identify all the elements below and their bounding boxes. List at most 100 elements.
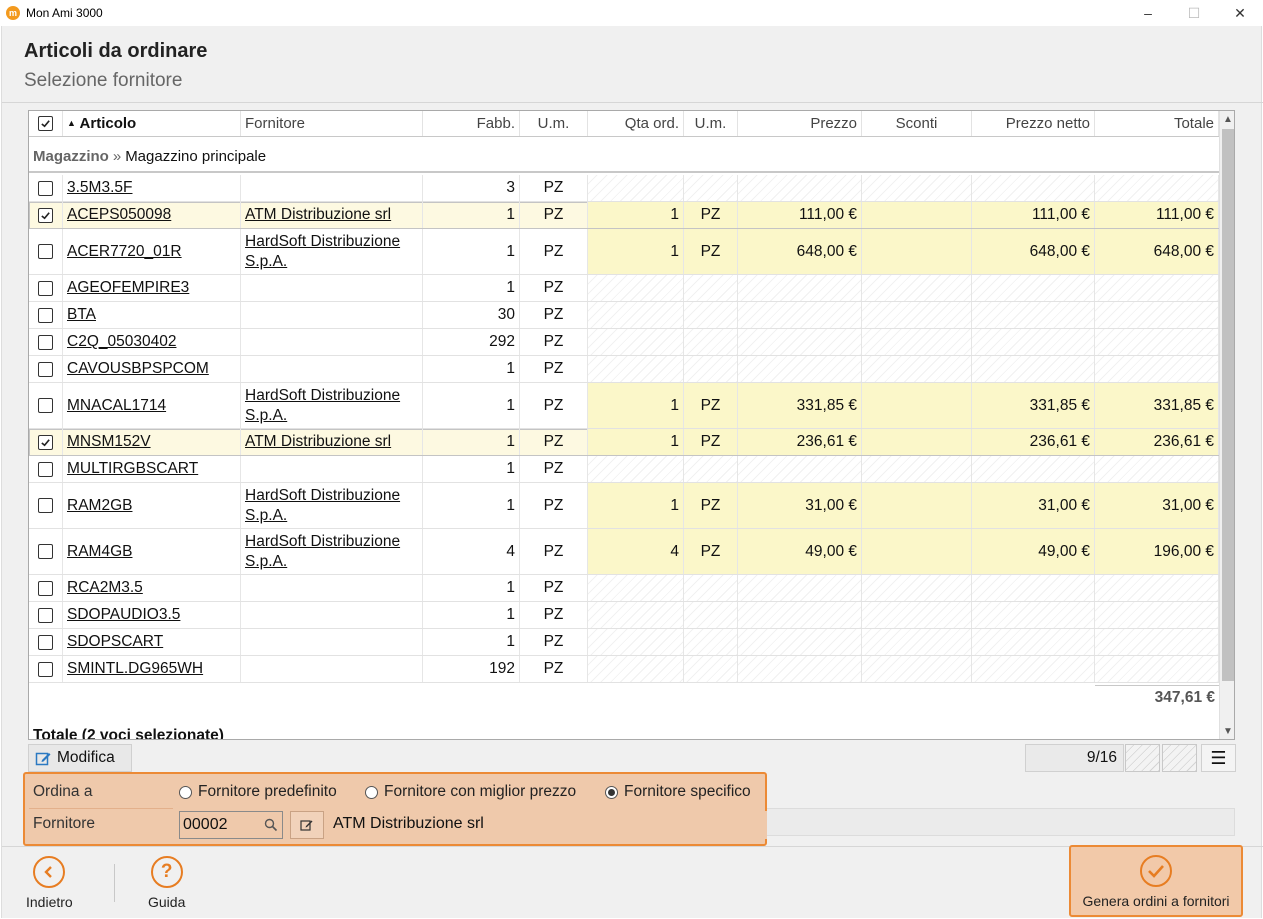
row-checkbox[interactable] (38, 498, 53, 513)
cell-totale (1095, 302, 1219, 328)
genera-ordini-button[interactable]: Genera ordini a fornitori (1069, 845, 1243, 917)
cell-articolo[interactable]: SDOPAUDIO3.5 (63, 602, 241, 628)
column-header-articolo[interactable]: ▲ Articolo (63, 111, 241, 136)
maximize-button[interactable]: ☐ (1171, 0, 1217, 26)
row-checkbox[interactable] (38, 461, 53, 477)
scroll-down-icon[interactable]: ▼ (1220, 723, 1234, 739)
column-header-qta-ord[interactable]: Qta ord. (588, 111, 684, 136)
table-row[interactable]: C2Q_05030402 292 PZ (29, 329, 1219, 356)
cell-fornitore[interactable]: ATM Distribuzione srl (241, 429, 423, 455)
column-header-fabb[interactable]: Fabb. (423, 111, 520, 136)
edit-supplier-button[interactable] (290, 811, 324, 839)
table-row[interactable]: SDOPAUDIO3.5 1 PZ (29, 602, 1219, 629)
cell-articolo[interactable]: SDOPSCART (63, 629, 241, 655)
table-row[interactable]: BTA 30 PZ (29, 302, 1219, 329)
table-row[interactable]: SDOPSCART 1 PZ (29, 629, 1219, 656)
indietro-button[interactable]: Indietro (26, 856, 73, 910)
fornitore-link: HardSoft Distribuzione S.p.A. (245, 486, 401, 524)
cell-fornitore[interactable]: HardSoft Distribuzione S.p.A. (241, 383, 423, 428)
cell-um: PZ (520, 175, 588, 201)
cell-sconti (862, 602, 972, 628)
scroll-up-icon[interactable]: ▲ (1220, 111, 1234, 127)
cell-articolo[interactable]: AGEOFEMPIRE3 (63, 275, 241, 301)
cell-articolo[interactable]: ACER7720_01R (63, 229, 241, 274)
column-header-prezzo[interactable]: Prezzo (738, 111, 862, 136)
row-checkbox[interactable] (38, 661, 53, 677)
table-row[interactable]: MNACAL1714 HardSoft Distribuzione S.p.A. 1… (29, 383, 1219, 429)
items-grid[interactable]: ▲ Articolo Fornitore Fabb. U.m. Qta ord.… (28, 110, 1235, 740)
cell-articolo[interactable]: RCA2M3.5 (63, 575, 241, 601)
cell-fornitore (241, 575, 423, 601)
row-select-cell (29, 629, 63, 655)
cell-articolo[interactable]: RAM4GB (63, 529, 241, 574)
guida-button[interactable]: ? Guida (148, 856, 185, 910)
cell-articolo[interactable]: SMINTL.DG965WH (63, 656, 241, 682)
column-header-totale[interactable]: Totale (1095, 111, 1219, 136)
radio-fornitore-predefinito[interactable]: Fornitore predefinito (179, 783, 337, 801)
row-checkbox[interactable] (38, 398, 53, 413)
table-row[interactable]: MNSM152V ATM Distribuzione srl 1 PZ 1 PZ 236,6… (29, 429, 1219, 456)
radio-button[interactable] (365, 785, 378, 799)
menu-icon[interactable]: ☰ (1201, 744, 1236, 772)
table-row[interactable]: RAM4GB HardSoft Distribuzione S.p.A. 4 PZ 4 P… (29, 529, 1219, 575)
minimize-button[interactable]: – (1125, 0, 1171, 26)
cell-articolo[interactable]: C2Q_05030402 (63, 329, 241, 355)
cell-articolo[interactable]: RAM2GB (63, 483, 241, 528)
row-checkbox[interactable] (38, 334, 53, 350)
table-row[interactable]: RCA2M3.5 1 PZ (29, 575, 1219, 602)
column-header-prezzo-netto[interactable]: Prezzo netto (972, 111, 1095, 136)
radio-fornitore-specifico[interactable]: Fornitore specifico (605, 783, 751, 801)
table-row[interactable]: RAM2GB HardSoft Distribuzione S.p.A. 1 PZ 1 P… (29, 483, 1219, 529)
cell-articolo[interactable]: MNSM152V (63, 429, 241, 455)
row-checkbox[interactable] (38, 607, 53, 623)
table-row[interactable]: 3.5M3.5F 3 PZ (29, 175, 1219, 202)
table-row[interactable]: SMINTL.DG965WH 192 PZ (29, 656, 1219, 683)
vertical-scrollbar[interactable]: ▲ ▼ (1219, 111, 1234, 739)
fornitore-code-input[interactable]: 00002 (179, 811, 283, 839)
row-checkbox[interactable] (38, 244, 53, 259)
scrollbar-thumb[interactable] (1222, 129, 1234, 681)
column-header-fornitore[interactable]: Fornitore (241, 111, 423, 136)
row-checkbox-checked[interactable] (38, 207, 53, 223)
select-all-cell[interactable] (29, 111, 63, 136)
select-all-checkbox[interactable] (38, 115, 53, 131)
row-checkbox[interactable] (38, 544, 53, 559)
row-checkbox-checked[interactable] (38, 434, 53, 450)
table-row[interactable]: ACER7720_01R HardSoft Distribuzione S.p.A… (29, 229, 1219, 275)
cell-articolo[interactable]: CAVOUSBPSPCOM (63, 356, 241, 382)
row-checkbox[interactable] (38, 307, 53, 323)
cell-fornitore[interactable]: HardSoft Distribuzione S.p.A. (241, 229, 423, 274)
cell-fornitore[interactable]: HardSoft Distribuzione S.p.A. (241, 529, 423, 574)
search-icon[interactable] (264, 818, 278, 832)
table-row[interactable]: ACEPS050098 ATM Distribuzione srl 1 PZ 1 PZ 11… (29, 202, 1219, 229)
radio-miglior-prezzo[interactable]: Fornitore con miglior prezzo (365, 783, 576, 801)
cell-articolo[interactable]: 3.5M3.5F (63, 175, 241, 201)
close-button[interactable]: ✕ (1217, 0, 1263, 26)
cell-fornitore[interactable]: ATM Distribuzione srl (241, 202, 423, 228)
cell-articolo[interactable]: ACEPS050098 (63, 202, 241, 228)
row-checkbox[interactable] (38, 280, 53, 296)
radio-button-selected[interactable] (605, 785, 618, 799)
cell-articolo[interactable]: MNACAL1714 (63, 383, 241, 428)
row-checkbox[interactable] (38, 361, 53, 377)
cell-totale (1095, 329, 1219, 355)
radio-button[interactable] (179, 785, 192, 799)
column-header-sconti[interactable]: Sconti (862, 111, 972, 136)
row-checkbox[interactable] (38, 580, 53, 596)
column-header-um[interactable]: U.m. (520, 111, 588, 136)
table-row[interactable]: CAVOUSBPSPCOM 1 PZ (29, 356, 1219, 383)
modifica-button[interactable]: Modifica (28, 744, 132, 772)
cell-fornitore (241, 629, 423, 655)
cell-qta (588, 602, 684, 628)
table-row[interactable]: AGEOFEMPIRE3 1 PZ (29, 275, 1219, 302)
pager-next-button[interactable] (1162, 744, 1197, 772)
cell-articolo[interactable]: MULTIRGBSCART (63, 456, 241, 482)
cell-articolo[interactable]: BTA (63, 302, 241, 328)
pager-prev-button[interactable] (1125, 744, 1160, 772)
cell-fornitore[interactable]: HardSoft Distribuzione S.p.A. (241, 483, 423, 528)
table-row[interactable]: MULTIRGBSCART 1 PZ (29, 456, 1219, 483)
row-checkbox[interactable] (38, 634, 53, 650)
cell-um: PZ (520, 629, 588, 655)
row-checkbox[interactable] (38, 180, 53, 196)
column-header-um-ord[interactable]: U.m. (684, 111, 738, 136)
